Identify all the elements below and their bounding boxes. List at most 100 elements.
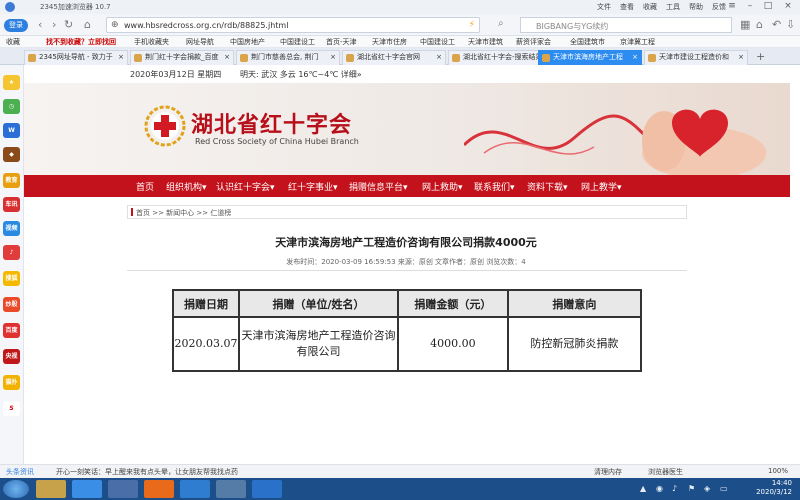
sidebar-item-mop[interactable]: 猫扑 (3, 375, 20, 390)
clock-icon[interactable]: ◷ (3, 99, 20, 114)
bookmark-construction[interactable]: 中国建设工 (280, 37, 315, 47)
tab-strip: 2345网址导航 - 致力于 × 荆门红十字会捐款_百度 × 荆门市慈善总会, 荆门… (0, 48, 800, 65)
sidebar-item-car[interactable]: 车讯 (3, 197, 20, 212)
bookmark-tianjin-home[interactable]: 首页-天津 (326, 37, 357, 47)
grid-icon[interactable]: ▦ (740, 18, 750, 31)
menu-help[interactable]: 帮助 (689, 2, 703, 12)
music-icon[interactable]: ♪ (3, 245, 20, 260)
security-icon[interactable]: ◈ (704, 484, 710, 493)
browser-doctor-button[interactable]: 浏览器医生 (648, 467, 683, 477)
close-icon[interactable]: × (436, 51, 442, 64)
network-icon[interactable]: ◉ (656, 484, 663, 493)
login-button[interactable]: 登录 (4, 19, 28, 32)
bookmark-tianjin-housing[interactable]: 天津市住房 (372, 37, 407, 47)
close-icon[interactable]: × (738, 51, 744, 64)
menu-about[interactable]: 认识红十字会▾ (216, 180, 275, 193)
menu-donation-platform[interactable]: 捐赠信息平台▾ (349, 180, 408, 193)
forward-icon[interactable]: › (52, 18, 56, 31)
breadcrumb-text[interactable]: 首页 >> 新闻中心 >> 仁道榜 (136, 208, 231, 218)
bookmark-salary[interactable]: 薪资评家会 (516, 37, 551, 47)
home-icon[interactable]: ⌂ (84, 18, 91, 31)
tab-tianjin-binhai[interactable]: 天津市滨海房地产工程 × (538, 50, 642, 65)
news-label[interactable]: 头条资讯 (6, 467, 34, 477)
menu-file[interactable]: 文件 (597, 2, 611, 12)
app-icon[interactable] (180, 480, 210, 498)
clock[interactable]: 14:40 2020/3/12 (756, 479, 792, 497)
menu-view[interactable]: 查看 (620, 2, 634, 12)
menu-home[interactable]: 首页 (136, 180, 154, 193)
bookmark-mobile[interactable]: 手机收藏夹 (134, 37, 169, 47)
tab-jingmen-baidu[interactable]: 荆门红十字会捐款_百度 × (130, 50, 234, 65)
browser-app-icon[interactable] (72, 480, 102, 498)
2345-browser-icon[interactable] (216, 480, 246, 498)
cell-purpose: 防控新冠肺炎捐款 (506, 316, 643, 372)
maximize-icon[interactable]: □ (760, 1, 776, 11)
bookmark-favorites[interactable]: 收藏 (6, 37, 20, 47)
bag-icon[interactable]: ⌂ (756, 18, 763, 31)
sidebar-item-video[interactable]: 视频 (3, 221, 20, 236)
close-icon[interactable]: × (632, 51, 638, 64)
menu-cause[interactable]: 红十字事业▾ (288, 180, 338, 193)
tab-jingmen-charity[interactable]: 荆门市慈善总会, 荆门 × (236, 50, 340, 65)
search-icon[interactable]: ⌕ (498, 18, 504, 29)
tray-icon[interactable]: ▲ (640, 484, 646, 493)
flag-icon[interactable]: ⚑ (688, 484, 695, 493)
bookmark-nav[interactable]: 网址导航 (186, 37, 214, 47)
cell-date: 2020.03.07 (172, 316, 240, 372)
menu-favorites[interactable]: 收藏 (643, 2, 657, 12)
download-icon[interactable]: ⇩ (786, 18, 795, 31)
bookmark-construction-2[interactable]: 中国建设工 (420, 37, 455, 47)
sidebar-item-baidu[interactable]: 百度 (3, 323, 20, 338)
address-bar[interactable]: ⊕ www.hbsredcross.org.cn/rdb/88825.jhtml… (106, 17, 480, 33)
start-button[interactable] (3, 480, 29, 498)
zoom-level[interactable]: 100% (768, 467, 788, 475)
left-sidebar: ★ ◷ W ◆ 教育 车讯 视频 ♪ 搜狐 炒股 百度 央视 猫扑 S (0, 65, 24, 480)
menu-rescue[interactable]: 网上救助▾ (422, 180, 463, 193)
game-icon[interactable]: ◆ (3, 147, 20, 162)
new-tab-icon[interactable]: + (756, 50, 765, 63)
lightning-icon[interactable]: ⚡ (469, 20, 475, 30)
bookmark-realestate[interactable]: 中国房地产 (230, 37, 265, 47)
search-input[interactable]: BIGBANG与YG续约 (520, 17, 732, 33)
sidebar-item-stock[interactable]: 炒股 (3, 297, 20, 312)
settings-menu-icon[interactable]: ≡ (724, 1, 740, 11)
close-icon[interactable]: × (330, 51, 336, 64)
article-meta: 发布时间：2020-03-09 16:59:53 来源：原创 文章作者：原创 浏… (286, 258, 526, 266)
menu-contact[interactable]: 联系我们▾ (474, 180, 515, 193)
bookmark-recover[interactable]: 找不到收藏？立即找回 (46, 37, 116, 47)
bookmark-tianjin-building[interactable]: 天津市建筑 (468, 37, 503, 47)
volume-icon[interactable]: ♪ (672, 484, 677, 493)
star-icon[interactable]: ★ (3, 75, 20, 90)
ie-icon[interactable] (252, 480, 282, 498)
refresh-icon[interactable]: ↻ (64, 18, 73, 31)
clean-memory-button[interactable]: 清理内存 (594, 467, 622, 477)
close-icon[interactable]: × (780, 1, 796, 11)
menu-org[interactable]: 组织机构▾ (166, 180, 207, 193)
firefox-icon[interactable] (144, 480, 174, 498)
tab-2345-nav[interactable]: 2345网址导航 - 致力于 × (24, 50, 128, 65)
tab-tianjin-cost[interactable]: 天津市建设工程造价和 × (644, 50, 748, 65)
bookmark-jingjinji[interactable]: 京津冀工程 (620, 37, 655, 47)
bookmark-national-market[interactable]: 全国建筑市 (570, 37, 605, 47)
menu-tools[interactable]: 工具 (666, 2, 680, 12)
close-icon[interactable]: × (224, 51, 230, 64)
file-explorer-icon[interactable] (36, 480, 66, 498)
word-icon[interactable]: W (3, 123, 20, 138)
sidebar-item-cctv[interactable]: 央视 (3, 349, 20, 364)
menu-teaching[interactable]: 网上教学▾ (581, 180, 622, 193)
battery-icon[interactable]: ▭ (720, 484, 728, 493)
sidebar-item-edu[interactable]: 教育 (3, 173, 20, 188)
minimize-icon[interactable]: – (742, 1, 758, 11)
back-icon[interactable]: ‹ (38, 18, 42, 31)
app-icon[interactable] (108, 480, 138, 498)
sidebar-item-sohu[interactable]: 搜狐 (3, 271, 20, 286)
weather-info[interactable]: 明天: 武汉 多云 16℃~4℃ 详细» (240, 69, 362, 80)
tab-hubei-search[interactable]: 湖北省红十字会-搜索结果× (448, 50, 552, 65)
close-icon[interactable]: × (118, 51, 124, 64)
menu-downloads[interactable]: 资料下载▾ (527, 180, 568, 193)
tab-hubei-redcross[interactable]: 湖北省红十字会官网 × (342, 50, 446, 65)
news-ticker[interactable]: 开心一刻笑话：早上醒来我有点头晕，让女朋友帮我找点药 (56, 467, 238, 477)
undo-icon[interactable]: ↶ (772, 18, 781, 31)
url-text[interactable]: www.hbsredcross.org.cn/rdb/88825.jhtml (124, 21, 288, 30)
sina-icon[interactable]: S (3, 401, 20, 416)
